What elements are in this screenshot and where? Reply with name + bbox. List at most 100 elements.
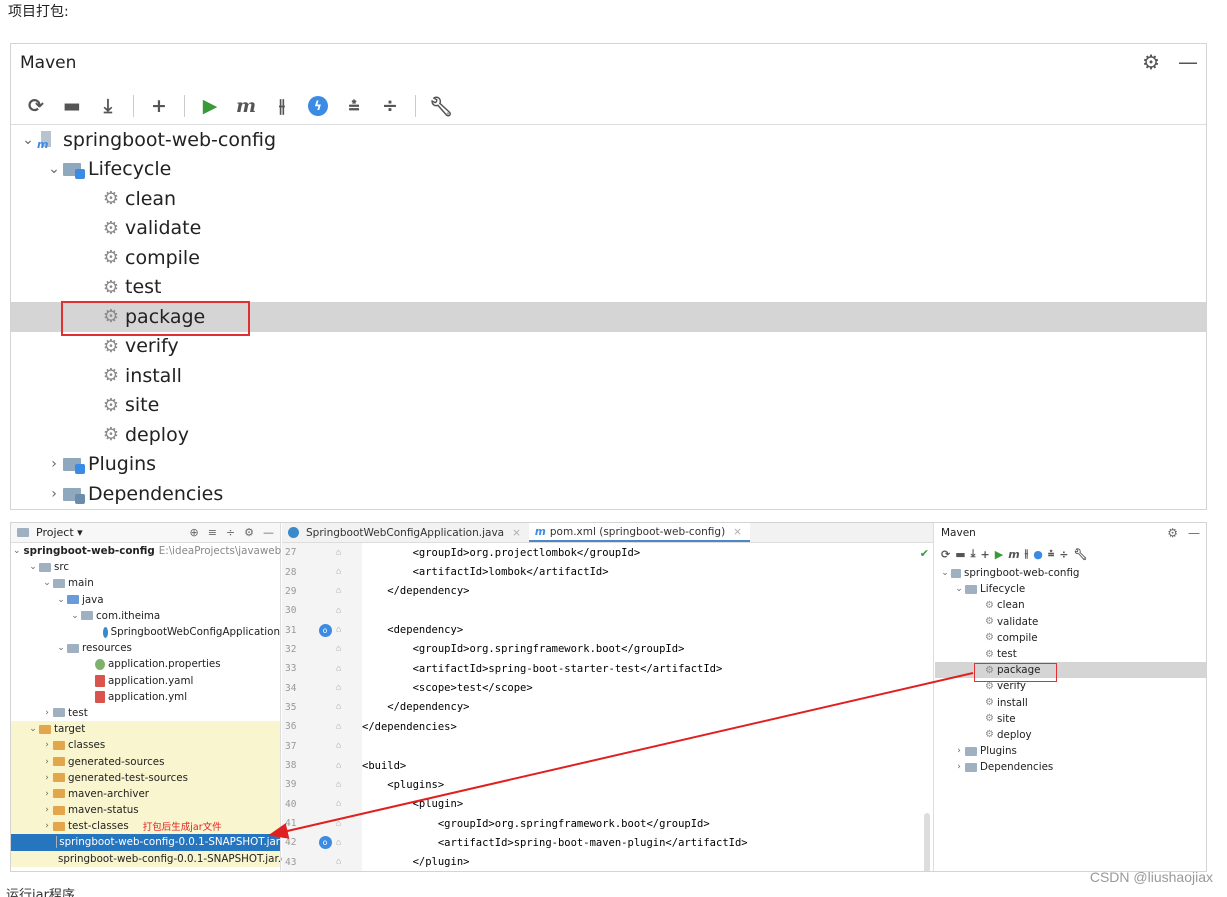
chevron-down-icon[interactable]: ⌄ — [45, 161, 63, 177]
collapse-all-icon[interactable]: ÷ — [377, 93, 403, 119]
tree-plugins[interactable]: › Plugins — [11, 450, 1206, 480]
toggle-offline-icon[interactable]: ⫲ — [1025, 547, 1029, 561]
settings-wrench-icon[interactable]: 🔧︎ — [428, 93, 454, 119]
project-tree-row[interactable]: › generated-sources — [11, 753, 280, 770]
chevron-down-icon[interactable]: ⌄ — [953, 584, 965, 594]
tab-application-java[interactable]: SpringbootWebConfigApplication.java × — [282, 523, 529, 542]
run-icon[interactable]: ▶ — [197, 93, 223, 119]
lifecycle-goal-validate[interactable]: ⚙ validate — [11, 214, 1206, 244]
plus-icon[interactable]: + — [146, 93, 172, 119]
lifecycle-goal-site[interactable]: ⚙ site — [11, 391, 1206, 421]
scrollbar[interactable] — [924, 813, 930, 871]
add-maven-project-icon[interactable]: ▬ — [59, 93, 85, 119]
tree-lifecycle[interactable]: ⌄ Lifecycle — [11, 155, 1206, 185]
lifecycle-goal-validate[interactable]: ⚙ validate — [935, 614, 1206, 630]
settings-wrench-icon[interactable]: 🔧︎ — [1074, 548, 1088, 561]
chevron-right-icon[interactable]: › — [41, 773, 53, 783]
lifecycle-goal-clean[interactable]: ⚙ clean — [935, 597, 1206, 613]
chevron-down-icon[interactable]: ⌄ — [41, 578, 53, 588]
lifecycle-goal-install[interactable]: ⚙ install — [11, 361, 1206, 391]
lifecycle-goal-clean[interactable]: ⚙ clean — [11, 184, 1206, 214]
project-panel-title[interactable]: Project ▾ — [36, 526, 83, 539]
project-tree-row[interactable]: application.yml — [11, 689, 280, 705]
chevron-right-icon[interactable]: › — [41, 821, 53, 831]
chevron-down-icon[interactable]: ⌄ — [27, 562, 39, 572]
close-icon[interactable]: × — [512, 527, 521, 539]
project-tree-row[interactable]: › classes — [11, 737, 280, 754]
plus-icon[interactable]: + — [981, 548, 990, 561]
run-gutter-icon[interactable]: o — [318, 836, 332, 850]
project-tree-row[interactable]: › maven-status — [11, 802, 280, 819]
chevron-right-icon[interactable]: › — [953, 746, 965, 756]
chevron-right-icon[interactable]: › — [41, 805, 53, 815]
lifecycle-goal-compile[interactable]: ⚙ compile — [11, 243, 1206, 273]
locate-icon[interactable]: ⊕ — [189, 526, 198, 539]
project-tree-row[interactable]: › test-classes 打包后生成jar文件 — [11, 818, 280, 835]
project-tree-row[interactable]: ⌄ target — [11, 721, 280, 738]
settings-gear-icon[interactable]: ⚙ — [244, 526, 254, 539]
lifecycle-goal-compile[interactable]: ⚙ compile — [935, 630, 1206, 646]
reload-icon[interactable]: ⟳ — [941, 548, 950, 561]
download-icon[interactable]: ⤓ — [95, 93, 121, 119]
chevron-right-icon[interactable]: › — [41, 708, 53, 718]
project-tree-row[interactable]: › generated-test-sources — [11, 769, 280, 786]
lifecycle-goal-deploy[interactable]: ⚙ deploy — [935, 727, 1206, 743]
chevron-right-icon[interactable]: › — [41, 789, 53, 799]
chevron-down-icon[interactable]: ⌄ — [69, 611, 81, 621]
minimize-icon[interactable]: — — [1188, 526, 1200, 540]
chevron-down-icon[interactable]: ⌄ — [55, 643, 67, 653]
collapse-all-icon[interactable]: ÷ — [1059, 548, 1068, 561]
toggle-offline-icon[interactable]: ⫲ — [269, 93, 295, 119]
settings-gear-icon[interactable]: ⚙ — [1142, 50, 1160, 74]
project-tree-row[interactable]: ⌄ main — [11, 575, 280, 591]
project-tree-row[interactable]: springboot-web-config-0.0.1-SNAPSHOT.jar… — [11, 850, 320, 867]
minimize-icon[interactable]: — — [1178, 50, 1198, 74]
skip-tests-icon[interactable]: ● — [1033, 548, 1043, 561]
chevron-down-icon[interactable]: ⌄ — [55, 595, 67, 605]
download-icon[interactable]: ⤓ — [971, 547, 976, 561]
chevron-down-icon[interactable]: ⌄ — [13, 546, 21, 556]
lifecycle-goal-test[interactable]: ⚙ test — [11, 273, 1206, 303]
project-tree-row[interactable]: ⌄ resources — [11, 640, 280, 656]
lifecycle-goal-deploy[interactable]: ⚙ deploy — [11, 420, 1206, 450]
execute-goal-icon[interactable]: m — [233, 93, 259, 119]
chevron-down-icon[interactable]: ⌄ — [939, 568, 951, 578]
chevron-down-icon[interactable]: ⌄ — [27, 724, 39, 734]
project-tree-row[interactable]: ⌄ com.itheima — [11, 608, 280, 624]
skip-tests-icon[interactable]: ϟ — [305, 93, 331, 119]
project-tree-row[interactable]: application.properties — [11, 656, 280, 672]
run-gutter-icon[interactable]: o — [318, 623, 332, 637]
tree-lifecycle[interactable]: ⌄ Lifecycle — [935, 581, 1206, 597]
tree-project[interactable]: ⌄ m springboot-web-config — [11, 125, 1206, 155]
show-dependencies-icon[interactable]: ⩮ — [1048, 547, 1054, 561]
minimize-icon[interactable]: — — [263, 526, 274, 539]
project-tree-row[interactable]: › maven-archiver — [11, 785, 280, 802]
project-tree-row[interactable]: ⌄ java — [11, 592, 280, 608]
run-icon[interactable]: ▶ — [995, 548, 1003, 561]
tab-pom-xml[interactable]: m pom.xml (springboot-web-config) × — [528, 523, 750, 542]
project-tree-row[interactable]: SpringbootWebConfigApplication — [11, 624, 280, 640]
lifecycle-goal-test[interactable]: ⚙ test — [935, 646, 1206, 662]
close-icon[interactable]: × — [733, 526, 742, 538]
execute-goal-icon[interactable]: m — [1008, 548, 1019, 561]
lifecycle-goal-install[interactable]: ⚙ install — [935, 695, 1206, 711]
tree-plugins[interactable]: › Plugins — [935, 743, 1206, 759]
chevron-right-icon[interactable]: › — [45, 486, 63, 502]
chevron-right-icon[interactable]: › — [41, 740, 53, 750]
chevron-right-icon[interactable]: › — [45, 456, 63, 472]
add-maven-project-icon[interactable]: ▬ — [955, 548, 965, 561]
project-tree-row[interactable]: application.yaml — [11, 673, 280, 689]
expand-all-icon[interactable]: ≡ — [208, 526, 217, 539]
project-tree-row[interactable]: ⌄ src — [11, 559, 280, 575]
settings-gear-icon[interactable]: ⚙ — [1167, 526, 1178, 540]
show-dependencies-icon[interactable]: ⩮ — [341, 93, 367, 119]
tree-dependencies[interactable]: › Dependencies — [11, 479, 1206, 509]
tree-dependencies[interactable]: › Dependencies — [935, 759, 1206, 775]
chevron-right-icon[interactable]: › — [953, 762, 965, 772]
project-tree-row[interactable]: › test — [11, 705, 280, 721]
collapse-all-icon[interactable]: ÷ — [226, 526, 235, 539]
project-tree-row[interactable]: ⌄ springboot-web-config E:\ideaProjects\ja… — [11, 543, 281, 559]
tree-project[interactable]: ⌄ springboot-web-config — [935, 565, 1206, 581]
chevron-right-icon[interactable]: › — [41, 757, 53, 767]
lifecycle-goal-site[interactable]: ⚙ site — [935, 711, 1206, 727]
